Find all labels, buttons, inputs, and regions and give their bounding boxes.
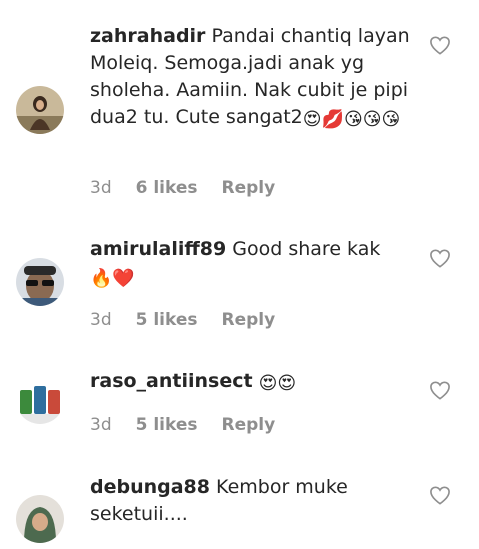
comment-username[interactable]: debunga88 xyxy=(90,476,210,498)
comment-time[interactable]: 3d xyxy=(90,178,112,198)
comment-emojis: 😍💋😘😘😘 xyxy=(302,109,401,130)
heart-outline-icon[interactable] xyxy=(429,35,451,55)
comment-username[interactable]: raso_antiinsect xyxy=(90,370,253,392)
comment-meta: 3d 5 likes Reply xyxy=(90,310,299,330)
avatar-image xyxy=(16,86,64,134)
comment-likes[interactable]: 5 likes xyxy=(136,310,198,330)
comment-meta: 3d 6 likes Reply xyxy=(90,178,299,198)
comment-username[interactable]: zahrahadir xyxy=(90,25,205,47)
avatar[interactable] xyxy=(16,495,64,543)
comment-emojis: 🔥❤️ xyxy=(90,268,135,289)
comment-emojis: 😍😍 xyxy=(258,373,297,394)
comment-text: Good share kak xyxy=(226,238,381,260)
comment-body: raso_antiinsect 😍😍 xyxy=(90,368,410,395)
comment-body: zahrahadir Pandai chantiq layan Moleiq. … xyxy=(90,23,410,131)
comment-body: debunga88 Kembor muke seketuii.... xyxy=(90,474,410,528)
avatar-image xyxy=(16,376,64,424)
comment-likes[interactable]: 5 likes xyxy=(136,415,198,435)
avatar[interactable] xyxy=(16,258,64,306)
heart-outline-icon[interactable] xyxy=(429,485,451,505)
avatar[interactable] xyxy=(16,86,64,134)
comment-time[interactable]: 3d xyxy=(90,310,112,330)
reply-button[interactable]: Reply xyxy=(222,415,276,435)
comment-username[interactable]: amirulaliff89 xyxy=(90,238,226,260)
comment-meta: 3d 5 likes Reply xyxy=(90,415,299,435)
comment-time[interactable]: 3d xyxy=(90,415,112,435)
reply-button[interactable]: Reply xyxy=(222,310,276,330)
avatar[interactable] xyxy=(16,376,64,424)
heart-outline-icon[interactable] xyxy=(429,248,451,268)
comment-body: amirulaliff89 Good share kak 🔥❤️ xyxy=(90,236,410,290)
heart-outline-icon[interactable] xyxy=(429,380,451,400)
avatar-image xyxy=(16,495,64,543)
avatar-image xyxy=(16,258,64,306)
comment-likes[interactable]: 6 likes xyxy=(136,178,198,198)
reply-button[interactable]: Reply xyxy=(222,178,276,198)
